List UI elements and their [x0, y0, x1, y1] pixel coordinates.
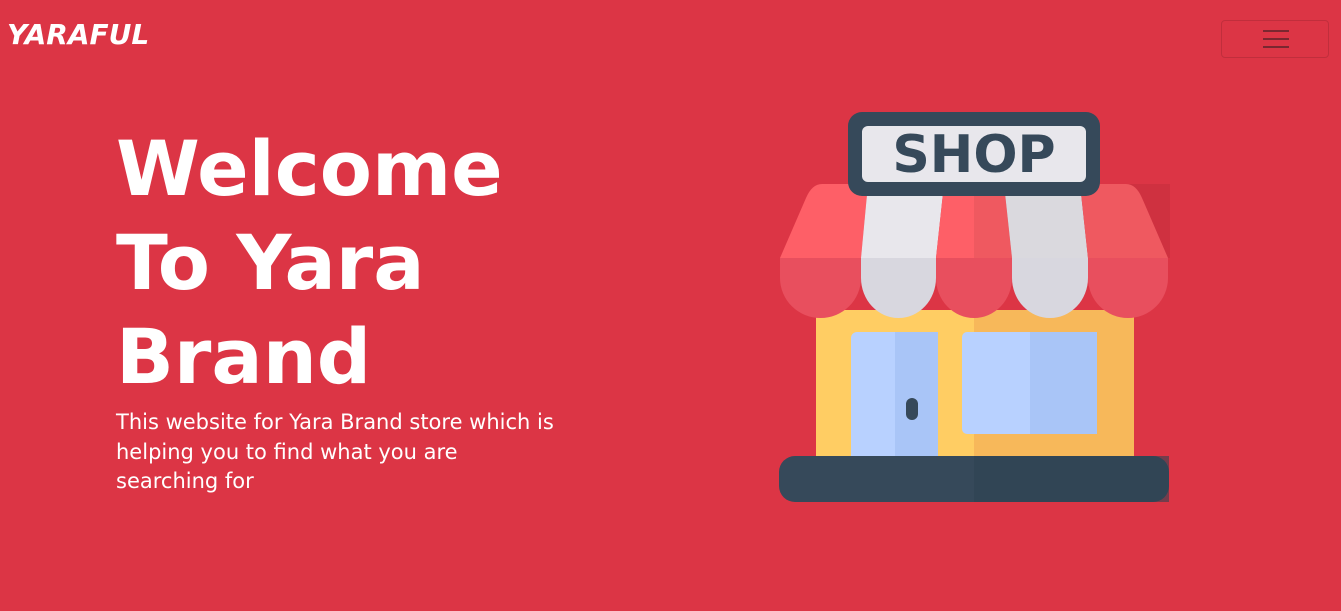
hamburger-menu-icon: [1263, 30, 1289, 48]
brand-logo-link[interactable]: YARAFUL: [7, 18, 149, 52]
shop-sign-text: SHOP: [892, 125, 1055, 185]
awning-scallop: [1088, 258, 1168, 318]
shop-door-shade: [895, 332, 938, 462]
shop-window-shade: [1030, 332, 1097, 434]
awning-scallop: [1012, 258, 1088, 318]
hero-description: This website for Yara Brand store which …: [116, 410, 554, 493]
awning-scallop: [861, 258, 936, 318]
shop-storefront-icon: SHOP: [779, 112, 1170, 502]
page: YARAFUL Welcome To Yara Brand This websi…: [0, 0, 1341, 611]
door-handle: [906, 398, 918, 420]
navbar-toggler-button[interactable]: [1221, 20, 1329, 58]
shop-base-shade: [974, 456, 1169, 502]
awning-scallop: [936, 258, 1012, 318]
hero-title: Welcome To Yara Brand: [116, 124, 503, 401]
awning-scallop: [780, 258, 861, 318]
awning-stripe: [780, 184, 868, 258]
